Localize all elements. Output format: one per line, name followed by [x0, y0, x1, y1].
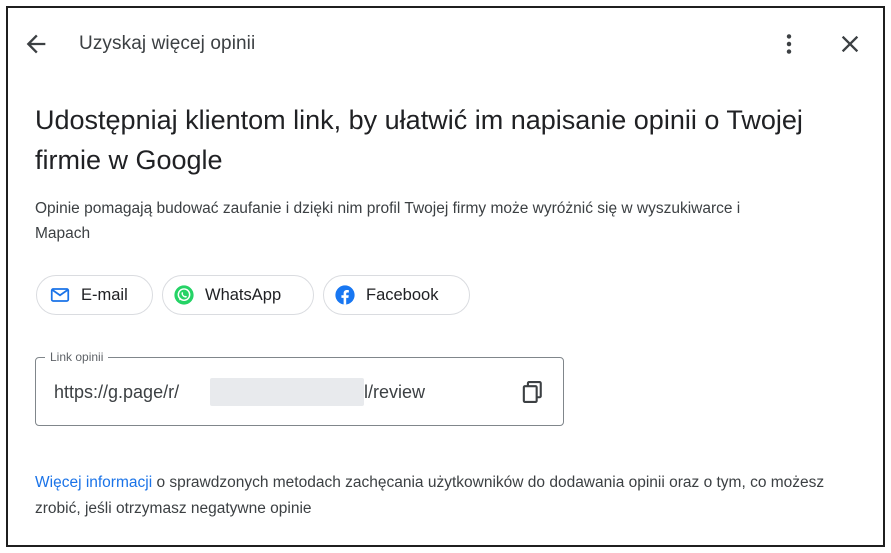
more-info-text: Więcej informacji o sprawdzonych metodac… — [35, 470, 835, 522]
more-options-button[interactable] — [775, 30, 803, 58]
more-info-rest: o sprawdzonych metodach zachęcania użytk… — [35, 474, 825, 517]
review-link-label: Link opinii — [45, 350, 109, 364]
back-button[interactable] — [22, 30, 50, 58]
page-headline: Udostępniaj klientom link, by ułatwić im… — [35, 105, 803, 175]
copy-icon — [522, 381, 542, 403]
share-email-button[interactable]: E-mail — [36, 275, 153, 315]
share-facebook-button[interactable]: Facebook — [323, 275, 470, 315]
facebook-icon — [335, 285, 355, 305]
review-link-field[interactable]: Link opinii https://g.page/r/ l/review — [35, 350, 564, 426]
share-email-label: E-mail — [81, 285, 128, 304]
arrow-back-icon — [26, 34, 46, 54]
more-info-link[interactable]: Więcej informacji — [35, 474, 152, 491]
mail-icon — [50, 288, 70, 302]
share-whatsapp-button[interactable]: WhatsApp — [162, 275, 314, 315]
dialog: Uzyskaj więcej opinii Udostępniaj klient… — [6, 6, 885, 547]
more-vert-icon — [786, 34, 792, 54]
page-description: Opinie pomagają budować zaufanie i dzięk… — [35, 200, 741, 242]
dialog-header: Uzyskaj więcej opinii — [8, 8, 883, 80]
dialog-title: Uzyskaj więcej opinii — [79, 33, 256, 54]
close-icon — [841, 35, 859, 53]
redacted-link-segment — [210, 378, 364, 406]
share-facebook-label: Facebook — [366, 285, 439, 304]
whatsapp-icon — [174, 285, 194, 305]
review-link-suffix: l/review — [364, 382, 426, 402]
review-link-prefix: https://g.page/r/ — [54, 382, 180, 402]
share-whatsapp-label: WhatsApp — [205, 285, 282, 304]
copy-link-button[interactable] — [518, 378, 546, 406]
close-button[interactable] — [836, 30, 864, 58]
